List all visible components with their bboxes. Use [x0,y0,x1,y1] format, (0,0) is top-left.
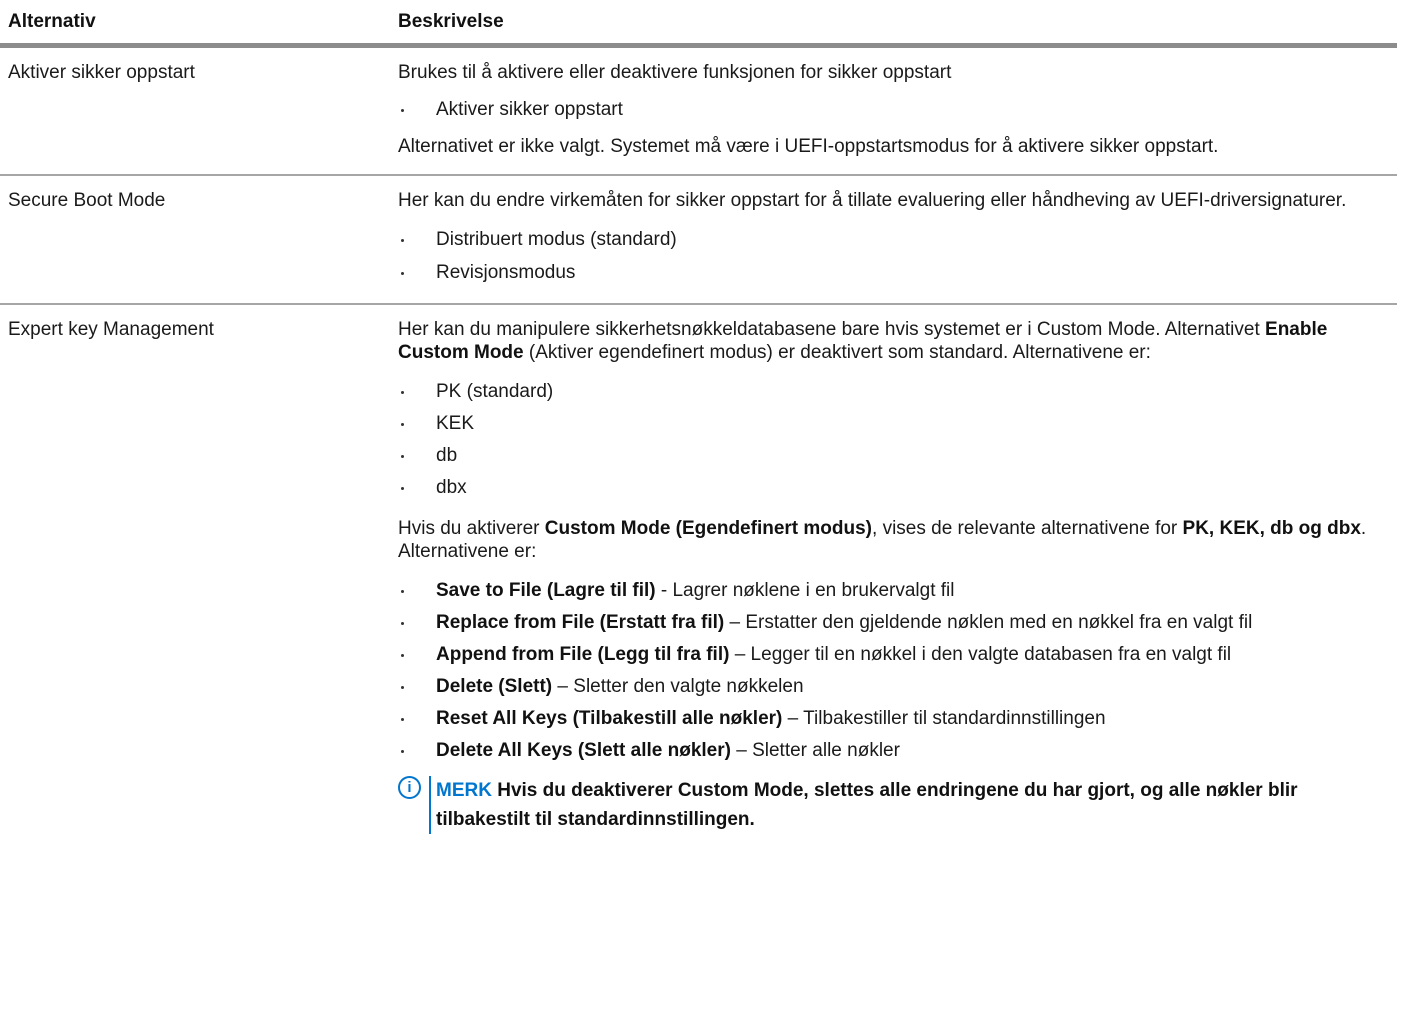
note-label: MERK [436,779,492,801]
action-name: Delete All Keys (Slett alle nøkler) [436,739,731,761]
list-item: Replace from File (Erstatt fra fil) – Er… [398,611,1389,634]
description-text: Her kan du endre virkemåten for sikker o… [398,190,1347,211]
text-run: Her kan du manipulere sikkerhetsnøkkelda… [398,318,1266,340]
action-name: Reset All Keys (Tilbakestill alle nøkler… [436,707,783,729]
list-item: Revisjonsmodus [398,261,1389,284]
header-beskrivelse: Beskrivelse [398,10,504,32]
action-desc: - Lagrer nøklene i en brukervalgt fil [655,579,955,601]
list-item: Delete (Slett) – Sletter den valgte nøkk… [398,675,1389,698]
action-desc: – Sletter alle nøkler [730,739,900,761]
action-name: Append from File (Legg til fra fil) [436,643,730,665]
option-description: Brukes til å aktivere eller deaktivere f… [398,48,1397,174]
text-run: Hvis du aktiverer [398,517,545,539]
action-name: Replace from File (Erstatt fra fil) [436,611,725,633]
list-item: KEK [398,412,1389,435]
option-description: Her kan du manipulere sikkerhetsnøkkelda… [398,305,1397,850]
action-desc: – Erstatter den gjeldende nøklen med en … [724,611,1253,633]
options-table: Alternativ Beskrivelse Aktiver sikker op… [0,0,1397,850]
description-text: Hvis du aktiverer Custom Mode (Egendefin… [398,517,1389,563]
bold-term: PK, KEK, db og dbx [1182,517,1361,539]
note-box: i MERK Hvis du deaktiverer Custom Mode, … [398,775,1389,834]
text-run: (Aktiver egendefinert modus) er deaktive… [523,341,1151,363]
list-item: PK (standard) [398,380,1389,403]
list-item: db [398,444,1389,467]
bullet-list: PK (standard) KEK db dbx [398,380,1389,499]
list-item: dbx [398,476,1389,499]
bold-term: Custom Mode (Egendefinert modus) [544,517,873,539]
table-row: Secure Boot Mode Her kan du endre virkem… [0,176,1397,305]
header-alternativ: Alternativ [8,10,96,32]
option-name: Aktiver sikker oppstart [8,62,195,83]
action-name: Save to File (Lagre til fil) [436,579,656,601]
list-item: Reset All Keys (Tilbakestill alle nøkler… [398,707,1389,730]
text-run: , vises de relevante alternativene for [872,517,1183,539]
action-desc: – Legger til en nøkkel i den valgte data… [729,643,1232,665]
list-item: Aktiver sikker oppstart [398,98,1389,121]
list-item: Save to File (Lagre til fil) - Lagrer nø… [398,579,1389,602]
action-desc: – Sletter den valgte nøkkelen [552,675,804,697]
action-name: Delete (Slett) [436,675,553,697]
note-message: Hvis du deaktiverer Custom Mode, slettes… [436,779,1298,830]
list-item: Delete All Keys (Slett alle nøkler) – Sl… [398,739,1389,762]
list-item: Distribuert modus (standard) [398,228,1389,251]
info-icon: i [398,775,421,799]
description-text: Brukes til å aktivere eller deaktivere f… [398,62,952,83]
note-text: MERK Hvis du deaktiverer Custom Mode, sl… [429,775,1389,834]
table-header: Alternativ Beskrivelse [0,0,1397,48]
table-row: Expert key Management Her kan du manipul… [0,305,1397,850]
bullet-list: Aktiver sikker oppstart [398,98,1389,121]
bullet-list: Distribuert modus (standard) Revisjonsmo… [398,228,1389,284]
list-item: Append from File (Legg til fra fil) – Le… [398,643,1389,666]
action-desc: – Tilbakestiller til standardinnstilling… [782,707,1106,729]
option-name: Expert key Management [8,318,214,340]
action-list: Save to File (Lagre til fil) - Lagrer nø… [398,579,1389,762]
description-text: Alternativet er ikke valgt. Systemet må … [398,136,1219,157]
option-name: Secure Boot Mode [8,190,166,211]
description-text: Her kan du manipulere sikkerhetsnøkkelda… [398,318,1389,364]
table-row: Aktiver sikker oppstart Brukes til å akt… [0,48,1397,176]
option-description: Her kan du endre virkemåten for sikker o… [398,176,1397,303]
